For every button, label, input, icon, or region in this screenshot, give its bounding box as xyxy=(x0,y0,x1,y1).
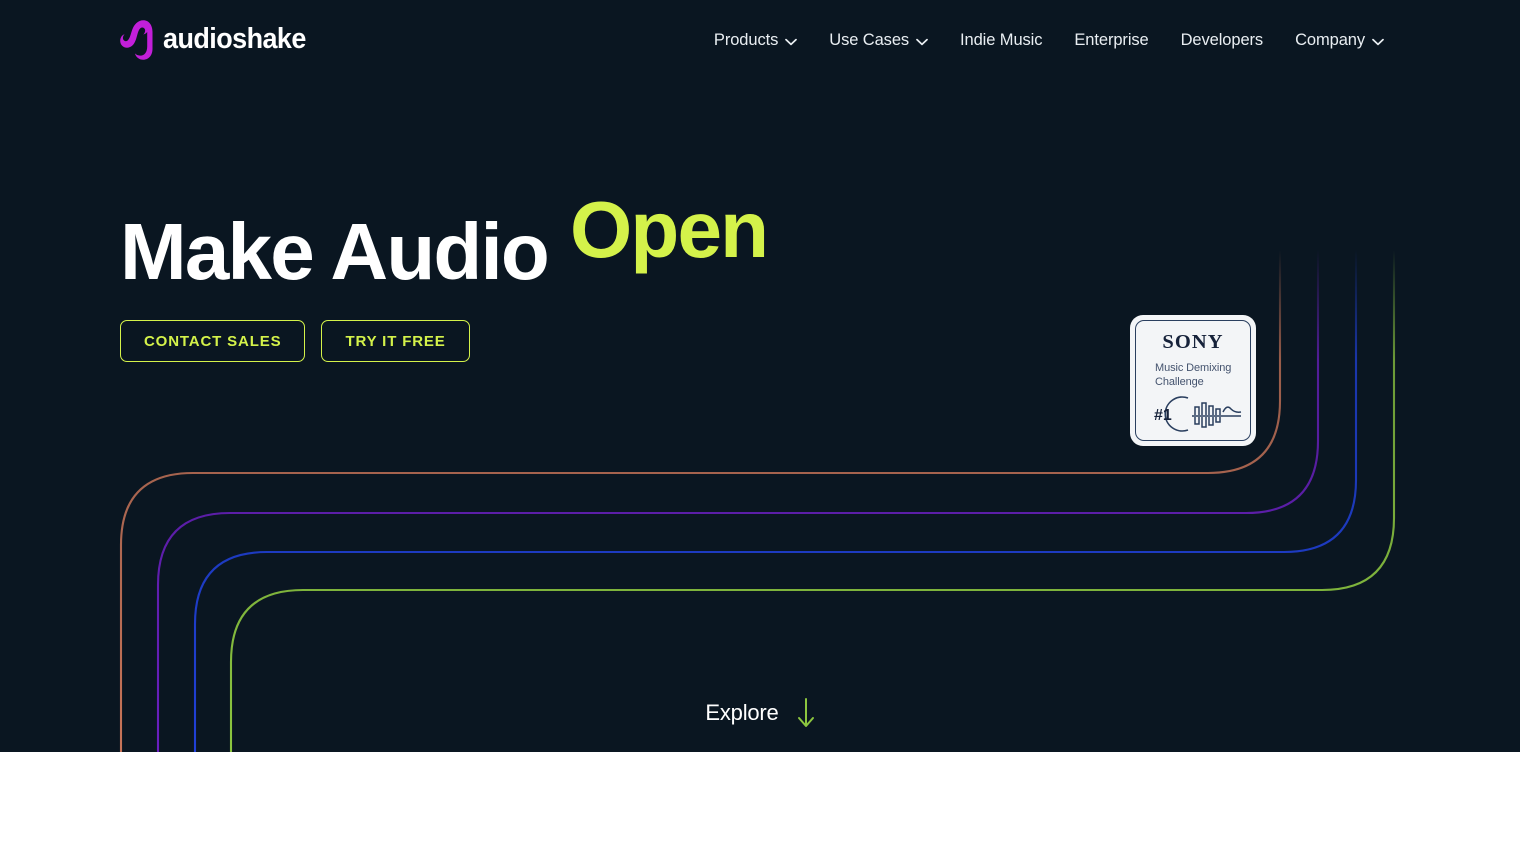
hero-headline: Make Audio Open xyxy=(120,185,769,296)
nav-item-indie-music[interactable]: Indie Music xyxy=(944,31,1058,50)
nav-item-developers[interactable]: Developers xyxy=(1165,31,1279,50)
brand-name: audioshake xyxy=(163,22,306,55)
nav-item-label: Indie Music xyxy=(960,30,1043,49)
nav-item-company[interactable]: Company xyxy=(1279,31,1400,50)
nav-item-label: Use Cases xyxy=(829,30,910,49)
decorative-rainbow-lines xyxy=(119,250,1396,752)
try-it-free-button[interactable]: TRY IT FREE xyxy=(321,320,470,362)
hero-cta-group: CONTACT SALES TRY IT FREE xyxy=(120,320,470,362)
audioshake-wave-logo-icon xyxy=(120,20,153,60)
badge-brand-title: SONY xyxy=(1162,331,1224,353)
chevron-down-icon xyxy=(916,38,928,45)
hero-section: audioshake Products Use Cases Indie Musi… xyxy=(0,0,1520,752)
badge-subtitle-line-1: Music Demixing xyxy=(1155,361,1232,374)
nav-item-label: Developers xyxy=(1180,30,1264,49)
arrow-down-icon xyxy=(797,698,814,727)
nav-item-products[interactable]: Products xyxy=(698,31,813,50)
badge-subtitle-line-2: Challenge xyxy=(1155,375,1204,388)
badge-rank-waveform-graphic: #1 xyxy=(1154,395,1242,432)
nav-item-enterprise[interactable]: Enterprise xyxy=(1058,31,1164,50)
explore-label: Explore xyxy=(705,700,779,725)
headline-plain-text: Make Audio xyxy=(120,207,550,296)
svg-text:#1: #1 xyxy=(1154,407,1172,424)
main-navigation: audioshake Products Use Cases Indie Musi… xyxy=(0,0,1520,80)
nav-item-label: Products xyxy=(713,30,779,49)
badge-inner-frame: SONY Music Demixing Challenge #1 xyxy=(1135,320,1251,441)
explore-scroll-cue[interactable]: Explore xyxy=(0,698,1520,728)
chevron-down-icon xyxy=(785,38,798,45)
nav-item-label: Enterprise xyxy=(1074,30,1149,49)
nav-item-label: Company xyxy=(1295,30,1365,49)
headline-accent-text: Open xyxy=(569,185,769,274)
contact-sales-button[interactable]: CONTACT SALES xyxy=(120,320,306,362)
chevron-down-icon xyxy=(1372,38,1384,45)
page-root: audioshake Products Use Cases Indie Musi… xyxy=(0,0,1520,855)
sony-demixing-award-badge: SONY Music Demixing Challenge #1 xyxy=(1130,315,1256,446)
nav-items: Products Use Cases Indie Music Enterpris… xyxy=(698,0,1400,80)
brand-logo[interactable]: audioshake xyxy=(120,18,317,60)
nav-item-use-cases[interactable]: Use Cases xyxy=(813,31,944,50)
